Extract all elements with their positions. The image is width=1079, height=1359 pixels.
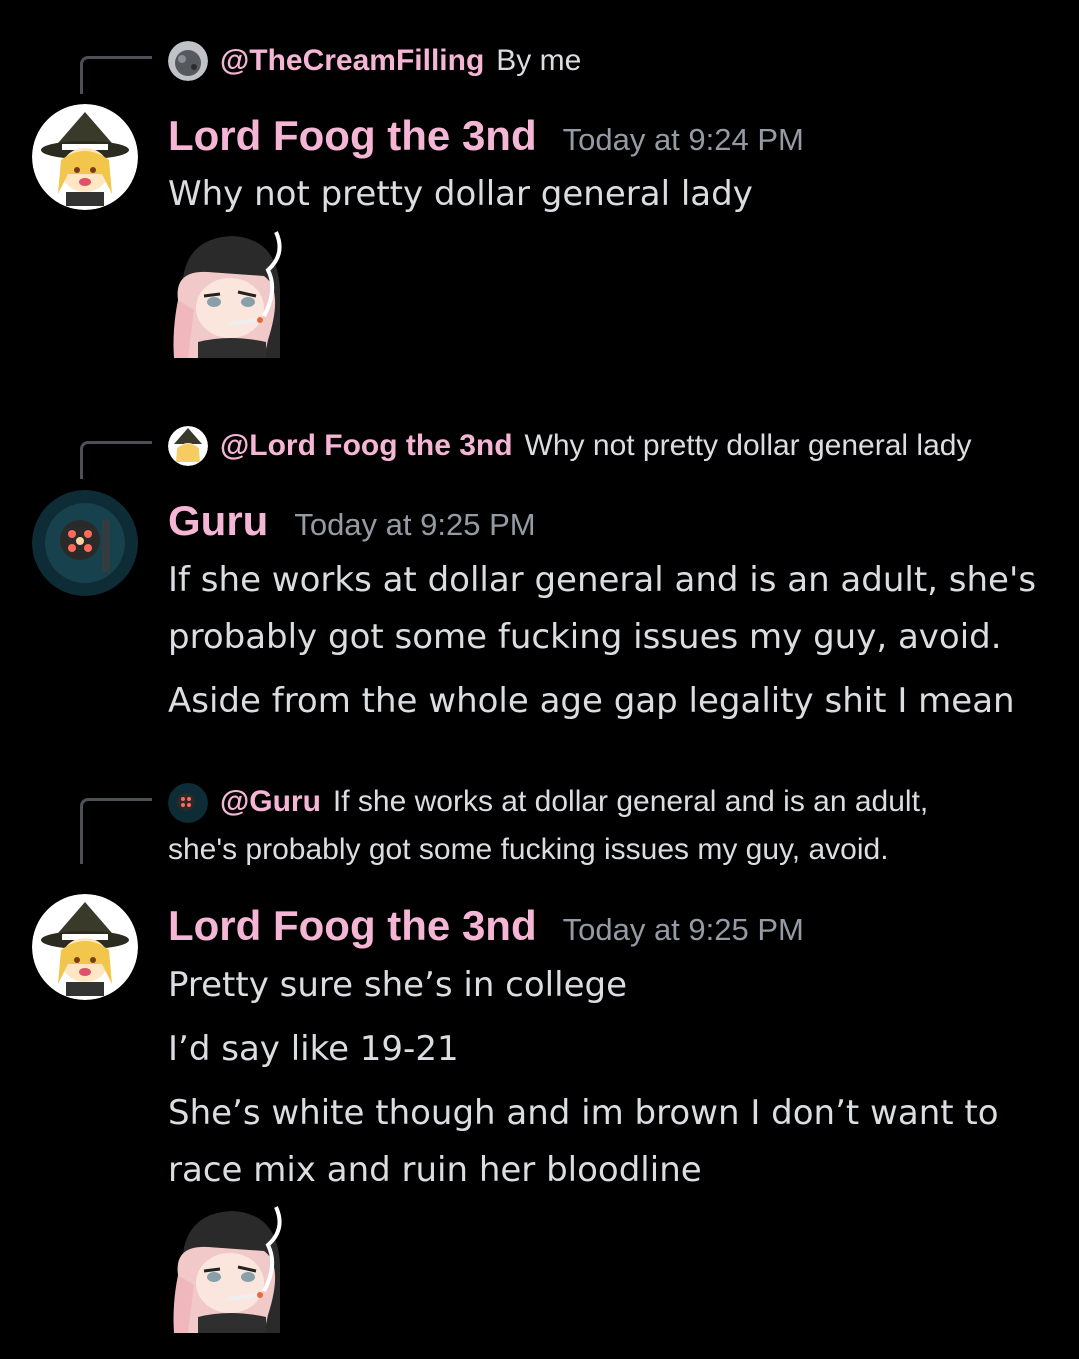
message-text: I’d say like 19-21 [168,1029,459,1069]
reply-author[interactable]: @Guru [220,785,321,818]
timestamp: Today at 9:24 PM [562,122,804,157]
moon-rock-avatar-icon[interactable] [168,41,208,81]
message-text: If she works at dollar general and is an… [168,560,1037,600]
message-header: Guru Today at 9:25 PM [168,497,536,545]
diver-robot-avatar-icon[interactable] [168,783,208,824]
witch-girl-avatar-icon[interactable] [168,426,208,466]
message-text: race mix and ruin her bloodline [168,1150,702,1190]
reply-preview[interactable]: @TheCreamFilling By me [168,40,581,82]
smoking-girl-sticker[interactable] [168,230,296,358]
reply-text: By me [496,44,582,77]
reply-text: Why not pretty dollar general lady [524,429,972,462]
smoking-girl-sticker[interactable] [168,1205,296,1333]
witch-girl-avatar-icon[interactable] [32,104,138,210]
reply-author[interactable]: @Lord Foog the 3nd [220,429,513,463]
author-name[interactable]: Lord Foog the 3nd [168,112,537,160]
witch-girl-avatar-icon[interactable] [32,894,138,1000]
message-text: Pretty sure she’s in college [168,965,627,1005]
reply-preview[interactable]: @Lord Foog the 3nd Why not pretty dollar… [168,425,971,467]
diver-robot-avatar-icon[interactable] [32,490,138,596]
author-name[interactable]: Guru [168,497,268,545]
author-name[interactable]: Lord Foog the 3nd [168,902,537,950]
message-header: Lord Foog the 3nd Today at 9:24 PM [168,112,804,160]
reply-preview[interactable]: @Guru If she works at dollar general and … [168,778,988,874]
message-text: probably got some fucking issues my guy,… [168,617,1002,657]
message-header: Lord Foog the 3nd Today at 9:25 PM [168,902,804,950]
reply-connector [80,441,152,479]
message-text: Why not pretty dollar general lady [168,174,753,214]
message-text: She’s white though and im brown I don’t … [168,1093,999,1133]
reply-connector [80,56,152,94]
reply-connector [80,798,152,864]
timestamp: Today at 9:25 PM [562,912,804,947]
message-text: Aside from the whole age gap legality sh… [168,681,1015,721]
timestamp: Today at 9:25 PM [294,507,536,542]
reply-author[interactable]: @TheCreamFilling [220,44,484,78]
